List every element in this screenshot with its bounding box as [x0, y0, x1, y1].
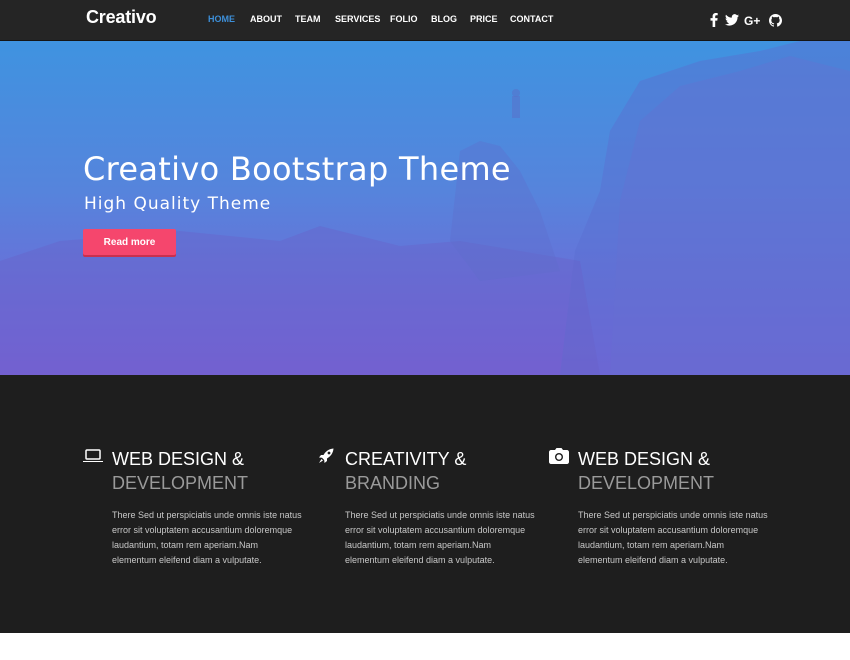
hero-section: Creativo Bootstrap Theme High Quality Th… — [0, 41, 850, 375]
feature-subtitle: BRANDING — [345, 473, 441, 493]
nav-about[interactable]: ABOUT — [250, 14, 282, 24]
feature-web-design: WEB DESIGN & DEVELOPMENT There Sed ut pe… — [82, 375, 312, 633]
feature-web-design-2: WEB DESIGN & DEVELOPMENT There Sed ut pe… — [548, 375, 778, 633]
laptop-icon — [82, 446, 104, 466]
features-section: WEB DESIGN & DEVELOPMENT There Sed ut pe… — [0, 375, 850, 633]
nav-services[interactable]: SERVICES — [335, 14, 380, 24]
read-more-button[interactable]: Read more — [83, 229, 176, 255]
hero-title: Creativo Bootstrap Theme — [83, 150, 511, 188]
facebook-icon[interactable] — [705, 11, 723, 29]
feature-description: There Sed ut perspiciatis unde omnis ist… — [345, 510, 535, 565]
feature-creativity: CREATIVITY & BRANDING There Sed ut persp… — [315, 375, 545, 633]
nav-price[interactable]: PRICE — [470, 14, 498, 24]
google-plus-icon[interactable]: G+ — [744, 11, 762, 29]
nav-team[interactable]: TEAM — [295, 14, 321, 24]
feature-subtitle: DEVELOPMENT — [578, 473, 715, 493]
top-navbar: Creativo HOME ABOUT TEAM SERVICES FOLIO … — [0, 0, 850, 41]
twitter-icon[interactable] — [723, 11, 741, 29]
page-bottom-area — [0, 633, 850, 660]
brand-logo[interactable]: Creativo — [86, 7, 157, 28]
hero-subtitle: High Quality Theme — [84, 194, 272, 214]
camera-icon — [548, 446, 570, 466]
feature-description: There Sed ut perspiciatis unde omnis ist… — [578, 510, 768, 565]
nav-contact[interactable]: CONTACT — [510, 14, 553, 24]
svg-text:G+: G+ — [744, 14, 760, 26]
feature-title: CREATIVITY & — [345, 449, 467, 469]
nav-home[interactable]: HOME — [208, 14, 235, 24]
feature-description: There Sed ut perspiciatis unde omnis ist… — [112, 510, 302, 565]
github-icon[interactable] — [766, 11, 784, 29]
feature-title: WEB DESIGN & — [112, 449, 245, 469]
rocket-icon — [315, 446, 337, 466]
feature-title: WEB DESIGN & — [578, 449, 711, 469]
nav-folio[interactable]: FOLIO — [390, 14, 418, 24]
feature-subtitle: DEVELOPMENT — [112, 473, 249, 493]
nav-blog[interactable]: BLOG — [431, 14, 457, 24]
